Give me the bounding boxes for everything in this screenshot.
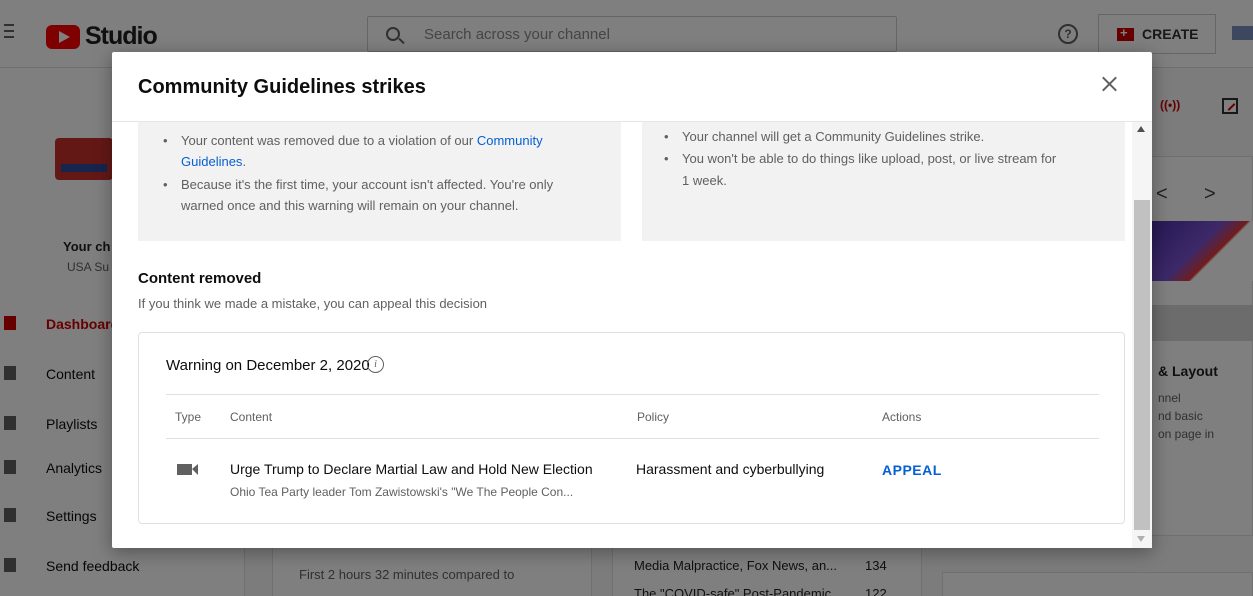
bullet-item: • Your content was removed due to a viol… <box>163 133 543 148</box>
removed-video-description: Ohio Tea Party leader Tom Zawistowski's … <box>230 485 574 499</box>
dialog-title: Community Guidelines strikes <box>138 76 426 98</box>
column-header-actions: Actions <box>882 410 922 424</box>
appeal-button[interactable]: APPEAL <box>882 462 942 478</box>
bullet-item: • Because it's the first time, your acco… <box>163 174 603 195</box>
video-camera-icon <box>177 464 198 475</box>
scroll-down-icon[interactable] <box>1137 536 1145 542</box>
bullet-text: Because it's the first time, your accoun… <box>181 177 554 192</box>
scroll-up-icon[interactable] <box>1137 126 1145 132</box>
community-guidelines-link[interactable]: Guidelines <box>181 154 242 169</box>
strikes-dialog: Community Guidelines strikes • Your cont… <box>112 52 1152 548</box>
column-header-policy: Policy <box>637 410 670 424</box>
bullet-text: Your content was removed due to a violat… <box>181 133 477 148</box>
bullet-item: • Your channel will get a Community Guid… <box>664 126 1114 147</box>
dialog-scrollbar[interactable] <box>1132 122 1152 548</box>
bullet-item: • You won't be able to do things like up… <box>664 148 1114 169</box>
section-subtitle: If you think we made a mistake, you can … <box>138 296 488 311</box>
bullet-text: Your channel will get a Community Guidel… <box>682 129 985 144</box>
table-header: Type Content Policy Actions <box>166 394 1099 439</box>
policy-violated: Harassment and cyberbullying <box>636 461 825 477</box>
close-icon[interactable] <box>1097 71 1123 97</box>
warning-explanation-box: • Your content was removed due to a viol… <box>138 122 621 241</box>
bullet-text: 1 week. <box>682 173 727 188</box>
bullet-continuation: 1 week. <box>664 170 1114 191</box>
column-header-content: Content <box>230 410 273 424</box>
bullet-text: You won't be able to do things like uplo… <box>682 151 1057 166</box>
dialog-header: Community Guidelines strikes <box>112 52 1152 122</box>
column-header-type: Type <box>175 410 202 424</box>
dialog-body: • Your content was removed due to a viol… <box>112 122 1152 548</box>
bullet-continuation: warned once and this warning will remain… <box>163 195 603 216</box>
bullet-text: . <box>242 154 247 169</box>
bullet-text: warned once and this warning will remain… <box>181 198 519 213</box>
scroll-thumb[interactable] <box>1134 200 1150 530</box>
removed-video-title[interactable]: Urge Trump to Declare Martial Law and Ho… <box>230 461 593 477</box>
info-icon[interactable]: i <box>367 356 384 373</box>
community-guidelines-link[interactable]: Community <box>477 133 543 148</box>
bullet-continuation: Guidelines. <box>163 151 603 172</box>
strike-consequence-box: • Your channel will get a Community Guid… <box>642 122 1125 241</box>
warning-title: Warning on December 2, 2020 <box>166 357 370 374</box>
section-title: Content removed <box>138 270 262 287</box>
warning-card: Warning on December 2, 2020 i Type Conte… <box>138 332 1125 524</box>
